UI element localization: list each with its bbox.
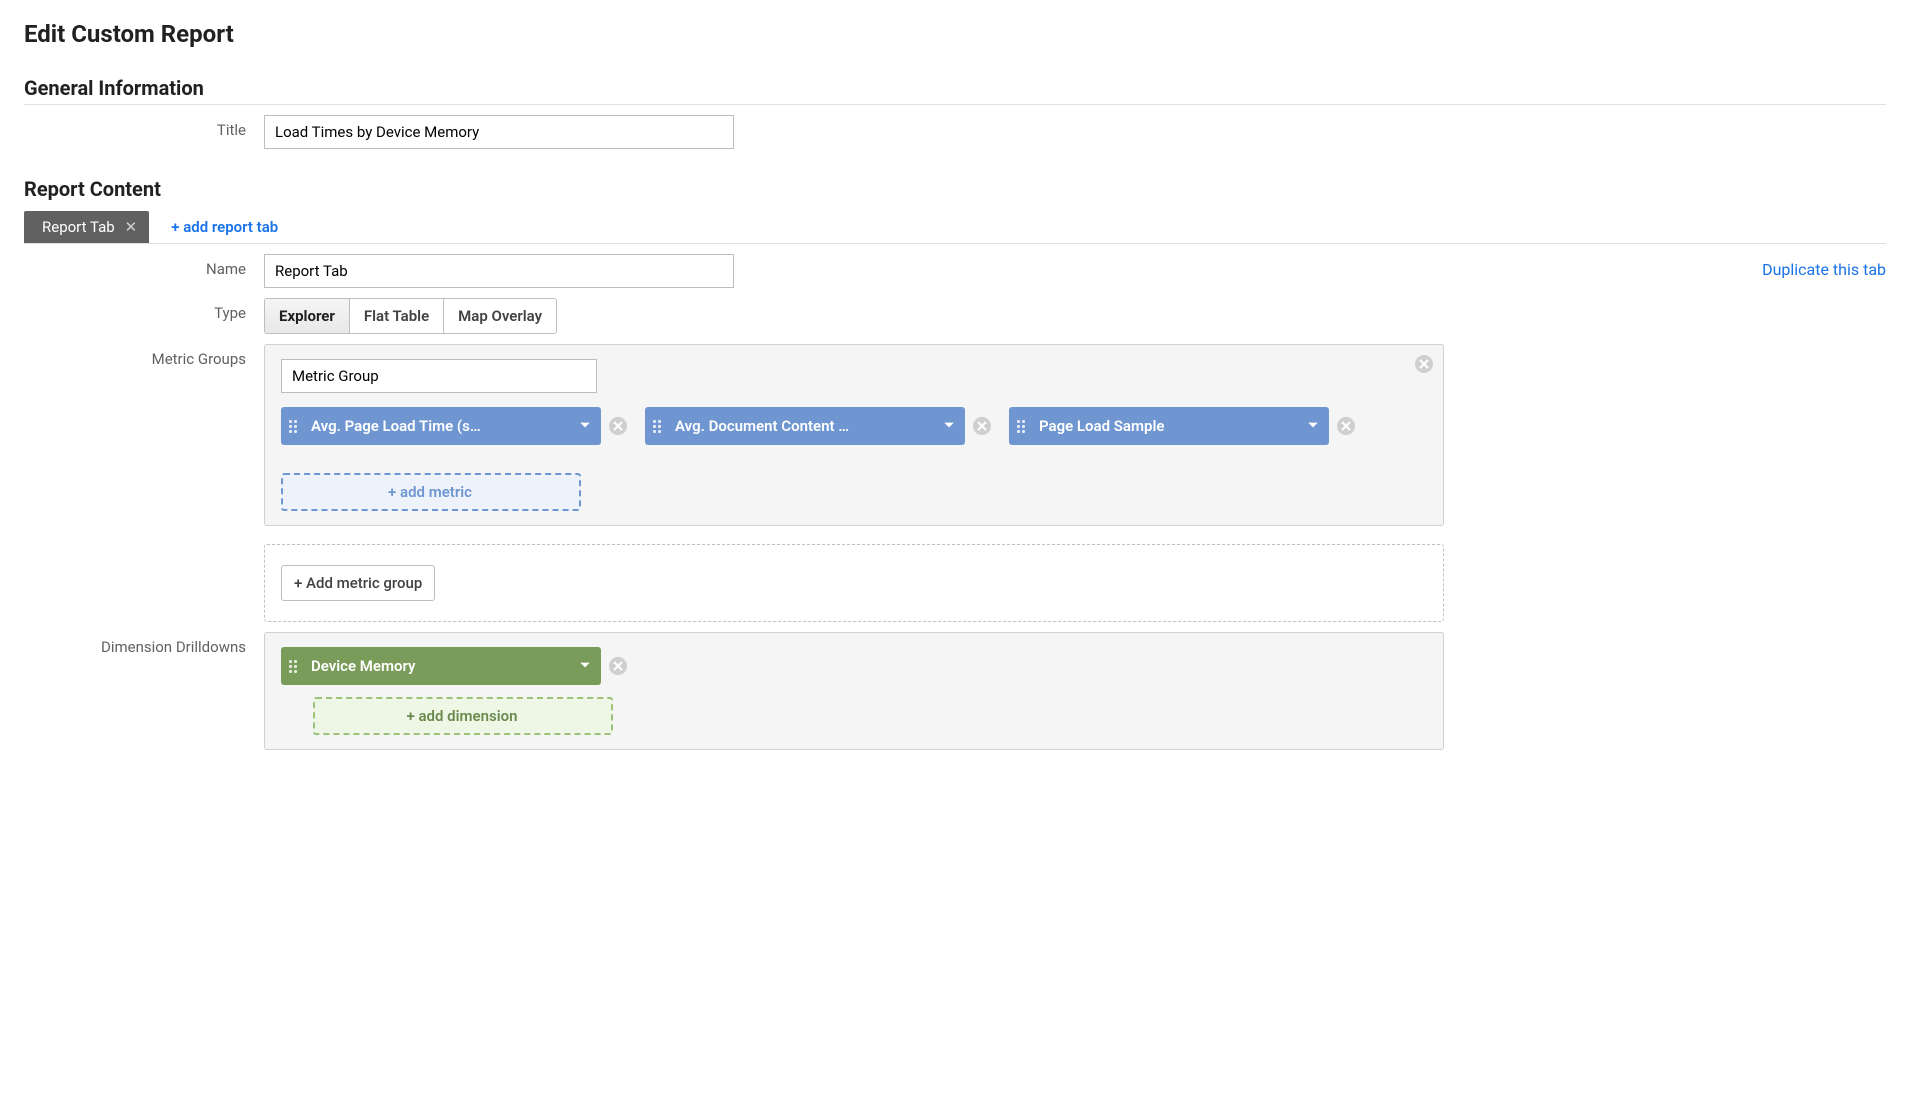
remove-metric-button[interactable] <box>1337 417 1355 435</box>
section-general-information: General Information Title <box>24 76 1886 149</box>
chevron-down-icon <box>579 417 591 435</box>
remove-metric-button[interactable] <box>609 417 627 435</box>
add-metric-button[interactable]: + add metric <box>281 473 581 511</box>
add-metric-label: + add metric <box>388 483 472 501</box>
section-report-content: Report Content Report Tab ✕ + add report… <box>24 177 1886 750</box>
add-metric-group-panel: + Add metric group <box>264 544 1444 622</box>
add-dimension-button[interactable]: + add dimension <box>313 697 613 735</box>
report-content-heading: Report Content <box>24 177 1886 205</box>
drag-handle-icon[interactable] <box>653 420 667 433</box>
close-icon <box>1419 359 1429 369</box>
close-icon <box>1341 421 1351 431</box>
name-label: Name <box>24 254 264 278</box>
close-icon[interactable]: ✕ <box>125 218 138 236</box>
chevron-down-icon <box>1307 417 1319 435</box>
title-label: Title <box>24 115 264 139</box>
remove-dimension-button[interactable] <box>609 657 627 675</box>
close-icon <box>613 421 623 431</box>
title-input[interactable] <box>264 115 734 149</box>
drag-handle-icon[interactable] <box>1017 420 1031 433</box>
metric-token-avg-page-load-time[interactable]: Avg. Page Load Time (s… <box>281 407 601 445</box>
page-title: Edit Custom Report <box>24 20 1886 48</box>
close-icon <box>613 661 623 671</box>
dimension-token-row: Device Memory <box>281 647 1427 685</box>
type-option-map-overlay[interactable]: Map Overlay <box>443 299 556 333</box>
type-selector: Explorer Flat Table Map Overlay <box>264 298 557 334</box>
name-input[interactable] <box>264 254 734 288</box>
metric-group-panel: Avg. Page Load Time (s… Avg. Document Co… <box>264 344 1444 526</box>
dimension-drilldowns-label: Dimension Drilldowns <box>24 632 264 656</box>
chevron-down-icon <box>943 417 955 435</box>
drag-handle-icon[interactable] <box>289 420 303 433</box>
report-tab-label: Report Tab <box>42 218 115 236</box>
general-info-heading: General Information <box>24 76 1886 105</box>
report-tab[interactable]: Report Tab ✕ <box>24 211 149 243</box>
type-option-flat-table[interactable]: Flat Table <box>349 299 443 333</box>
metric-token-avg-document-content[interactable]: Avg. Document Content … <box>645 407 965 445</box>
report-tab-strip: Report Tab ✕ + add report tab <box>24 211 1886 244</box>
type-option-explorer[interactable]: Explorer <box>265 299 349 333</box>
metric-groups-label: Metric Groups <box>24 344 264 368</box>
dimension-drilldowns-panel: Device Memory + add dimension <box>264 632 1444 750</box>
dimension-token-device-memory[interactable]: Device Memory <box>281 647 601 685</box>
metric-group-name-input[interactable] <box>281 359 597 393</box>
type-label: Type <box>24 298 264 322</box>
dimension-token-label: Device Memory <box>311 657 569 675</box>
metric-token-label: Avg. Document Content … <box>675 417 933 435</box>
remove-metric-group-button[interactable] <box>1415 355 1433 373</box>
add-report-tab-link[interactable]: + add report tab <box>171 211 278 243</box>
drag-handle-icon[interactable] <box>289 660 303 673</box>
add-dimension-label: + add dimension <box>407 707 518 725</box>
metric-token-row: Avg. Page Load Time (s… Avg. Document Co… <box>281 407 1427 511</box>
close-icon <box>977 421 987 431</box>
remove-metric-button[interactable] <box>973 417 991 435</box>
add-metric-group-button[interactable]: + Add metric group <box>281 565 435 601</box>
metric-token-label: Page Load Sample <box>1039 417 1297 435</box>
duplicate-tab-link[interactable]: Duplicate this tab <box>1762 260 1886 279</box>
chevron-down-icon <box>579 657 591 675</box>
metric-token-page-load-sample[interactable]: Page Load Sample <box>1009 407 1329 445</box>
metric-token-label: Avg. Page Load Time (s… <box>311 417 569 435</box>
